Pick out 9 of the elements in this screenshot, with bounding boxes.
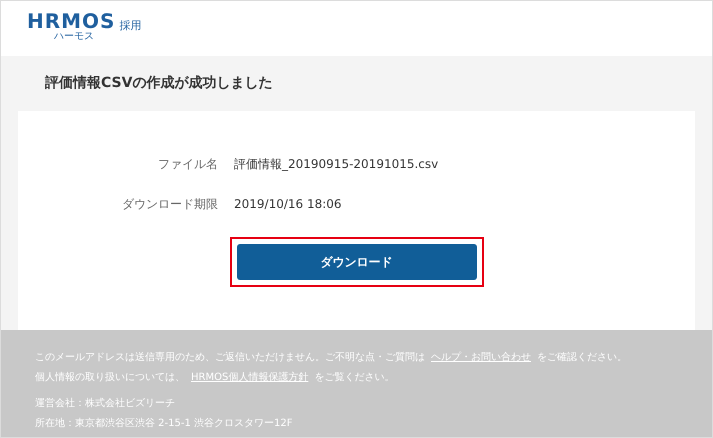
- download-button[interactable]: ダウンロード: [236, 244, 476, 280]
- page-title: 評価情報CSVの作成が成功しました: [45, 74, 272, 93]
- logo-reading: ハーモス: [54, 32, 94, 42]
- logo-product: 採用: [119, 20, 142, 31]
- logo-wordmark: HRMOS: [27, 11, 116, 31]
- detail-label: ダウンロード期限: [121, 196, 218, 213]
- detail-value: 評価情報_20190915-20191015.csv: [234, 156, 438, 173]
- detail-value: 2019/10/16 18:06: [234, 196, 343, 213]
- detail-label: ファイル名: [157, 156, 218, 173]
